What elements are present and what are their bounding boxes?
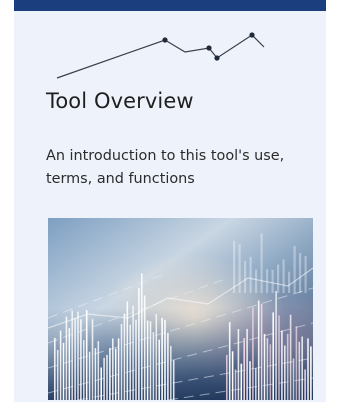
- photo-bar: [244, 260, 247, 293]
- trend-line-icon: [56, 32, 265, 79]
- photo-bar: [106, 354, 108, 400]
- photo-bar: [269, 344, 272, 400]
- photo-bar: [240, 363, 243, 400]
- photo-bar: [158, 339, 160, 400]
- photo-bar: [135, 319, 137, 400]
- photo-bar: [252, 307, 254, 400]
- photo-bar: [62, 342, 65, 400]
- photo-bar: [152, 332, 155, 400]
- photo-bar: [307, 338, 309, 400]
- photo-bar: [65, 316, 68, 400]
- photo-bar: [310, 346, 312, 400]
- photo-bar: [281, 330, 283, 400]
- photo-bar: [59, 330, 62, 400]
- photo-bar: [301, 336, 303, 400]
- photo-bar: [277, 264, 280, 293]
- photo-bar: [126, 301, 129, 400]
- photo-bar: [231, 351, 234, 400]
- photo-bar: [54, 337, 56, 400]
- photo-bar: [295, 326, 298, 400]
- photo-bar: [91, 319, 94, 400]
- photo-bar: [234, 369, 237, 400]
- photo-bar: [94, 348, 97, 400]
- photo-bar: [293, 246, 296, 293]
- photo-bar: [233, 240, 236, 293]
- photo-bar: [155, 314, 158, 400]
- photo-bar: [282, 259, 285, 293]
- photo-bar: [249, 256, 252, 293]
- photo-bar: [260, 303, 263, 400]
- photo-bar: [112, 338, 114, 400]
- photo-bar: [286, 333, 289, 400]
- photo-bar: [284, 345, 286, 400]
- photo-bar: [299, 253, 302, 293]
- photo-bar: [275, 291, 277, 400]
- photo-bar: [271, 269, 274, 293]
- photo-bar: [117, 338, 120, 400]
- photo-bar: [298, 341, 301, 400]
- photo-bar: [68, 328, 71, 400]
- photo-bar: [292, 358, 295, 400]
- photo-bar: [167, 332, 169, 400]
- photo-bar: [120, 324, 123, 400]
- photo-bar: [146, 320, 149, 400]
- photo-bar: [164, 319, 166, 400]
- photo-bar: [266, 338, 269, 400]
- photo-bar: [288, 271, 291, 293]
- photo-bar: [249, 361, 251, 400]
- photo-bar: [103, 357, 105, 400]
- photo-bar: [170, 345, 172, 400]
- photo-bar: [71, 310, 73, 400]
- photo-bar: [246, 328, 248, 400]
- photo-bar: [243, 338, 245, 400]
- photo-bar: [226, 354, 228, 400]
- card-description: An introduction to this tool's use, term…: [46, 148, 285, 187]
- photo-bar: [304, 369, 306, 400]
- photo-bar: [149, 321, 152, 400]
- photo-bar: [97, 341, 100, 400]
- photo-bar: [88, 351, 91, 400]
- photo-bar: [255, 269, 258, 293]
- photo-bar: [56, 349, 59, 400]
- financial-chart-photo: [48, 218, 313, 400]
- photo-bar: [172, 360, 175, 400]
- photo-bar: [100, 367, 102, 400]
- photo-bar: [141, 273, 143, 400]
- photo-bar: [77, 311, 79, 400]
- photo-bar: [237, 329, 240, 400]
- photo-bar: [132, 305, 134, 400]
- photo-bar: [289, 314, 292, 400]
- card-title: Tool Overview: [46, 89, 194, 113]
- photo-bar: [257, 300, 260, 400]
- photo-bar: [260, 233, 263, 293]
- photo-bar: [263, 333, 266, 400]
- photo-bar: [255, 368, 257, 400]
- photo-bar: [143, 295, 146, 400]
- photo-bar: [114, 348, 117, 400]
- photo-bar: [161, 317, 163, 400]
- photo-bar: [238, 244, 241, 293]
- photo-bar: [123, 313, 126, 400]
- tool-overview-card[interactable]: Tool Overview An introduction to this to…: [14, 0, 326, 402]
- photo-bar: [278, 315, 280, 400]
- photo-bar: [83, 340, 85, 400]
- photo-bar: [272, 312, 274, 400]
- photo-bar: [228, 322, 231, 400]
- photo-bar: [129, 324, 131, 400]
- photo-bar: [109, 348, 111, 400]
- photo-bar: [80, 319, 82, 400]
- photo-bar: [85, 310, 88, 400]
- photo-bar: [74, 317, 76, 400]
- photo-bar: [138, 287, 140, 400]
